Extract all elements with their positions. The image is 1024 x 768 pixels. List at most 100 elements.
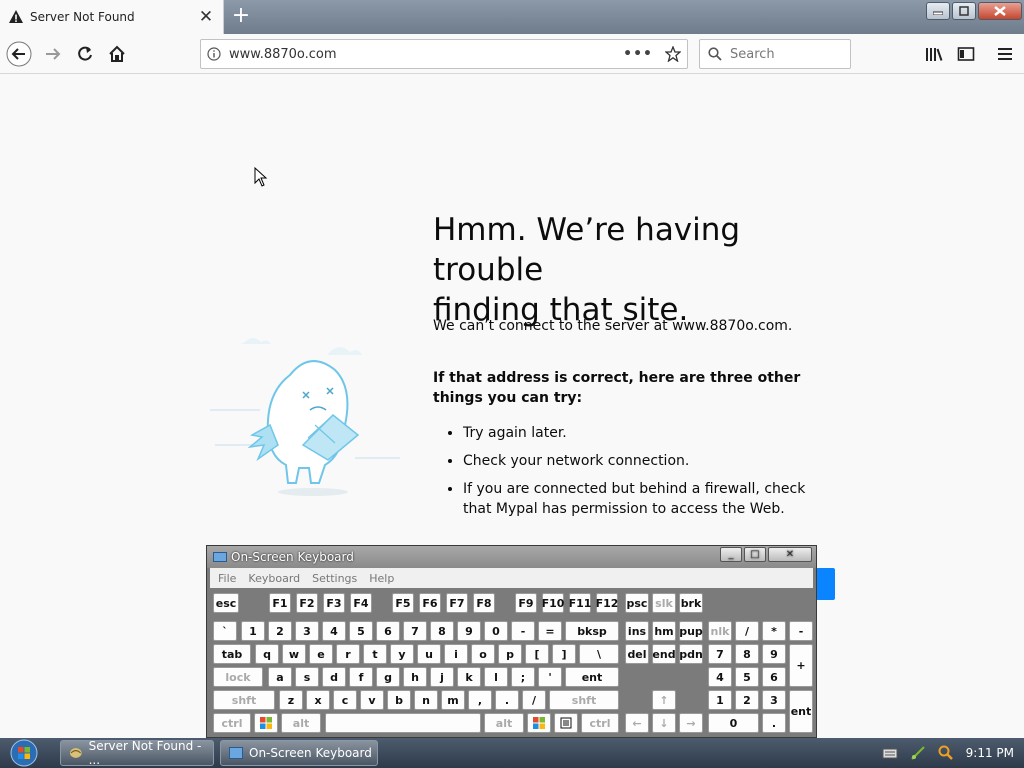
search-tray-icon[interactable] bbox=[938, 745, 954, 761]
key-minus[interactable]: - bbox=[511, 621, 535, 641]
key-v[interactable]: v bbox=[360, 690, 384, 710]
key-arrow-down[interactable]: ↓ bbox=[652, 713, 676, 733]
key-esc[interactable]: esc bbox=[213, 593, 239, 613]
tab-server-not-found[interactable]: Server Not Found ✕ bbox=[0, 0, 224, 34]
key-num-4[interactable]: 4 bbox=[708, 667, 732, 687]
key-home[interactable]: hm bbox=[652, 621, 676, 641]
osk-restore-button[interactable]: □ bbox=[744, 547, 766, 562]
key-r[interactable]: r bbox=[336, 644, 360, 664]
key-z[interactable]: z bbox=[279, 690, 303, 710]
home-button[interactable] bbox=[103, 40, 131, 68]
forward-button[interactable] bbox=[39, 40, 67, 68]
key-h[interactable]: h bbox=[403, 667, 427, 687]
key-arrow-left[interactable]: ← bbox=[625, 713, 649, 733]
menu-button[interactable] bbox=[991, 40, 1019, 68]
key-left-bracket[interactable]: [ bbox=[525, 644, 549, 664]
key-f2[interactable]: F2 bbox=[296, 593, 318, 613]
osk-close-button[interactable]: ✕ bbox=[768, 547, 812, 562]
key-g[interactable]: g bbox=[376, 667, 400, 687]
key-equals[interactable]: = bbox=[538, 621, 562, 641]
key-right-alt[interactable]: alt bbox=[484, 713, 524, 733]
key-u[interactable]: u bbox=[417, 644, 441, 664]
key-o[interactable]: o bbox=[471, 644, 495, 664]
key-num-plus[interactable]: + bbox=[789, 644, 813, 687]
key-right-windows[interactable] bbox=[527, 713, 551, 733]
key-b[interactable]: b bbox=[387, 690, 411, 710]
osk-titlebar[interactable]: On-Screen Keyboard _ □ ✕ bbox=[207, 546, 816, 568]
osk-menu-file[interactable]: File bbox=[218, 572, 236, 585]
key-left-alt[interactable]: alt bbox=[281, 713, 321, 733]
key-f7[interactable]: F7 bbox=[446, 593, 468, 613]
key-i[interactable]: i bbox=[444, 644, 468, 664]
new-tab-button[interactable]: + bbox=[228, 4, 254, 30]
key-m[interactable]: m bbox=[441, 690, 465, 710]
taskbar-clock[interactable]: 9:11 PM bbox=[966, 746, 1014, 760]
osk-minimize-button[interactable]: _ bbox=[720, 547, 742, 562]
key-e[interactable]: e bbox=[309, 644, 333, 664]
key-x[interactable]: x bbox=[306, 690, 330, 710]
key-ins[interactable]: ins bbox=[625, 621, 649, 641]
key-right-shift[interactable]: shft bbox=[549, 690, 619, 710]
osk-menu-settings[interactable]: Settings bbox=[312, 572, 357, 585]
tab-close-icon[interactable]: ✕ bbox=[197, 8, 215, 26]
key-del[interactable]: del bbox=[625, 644, 649, 664]
key-left-windows[interactable] bbox=[254, 713, 278, 733]
key-num-6[interactable]: 6 bbox=[762, 667, 786, 687]
key-9[interactable]: 9 bbox=[457, 621, 481, 641]
url-text[interactable]: www.8870o.com bbox=[229, 47, 623, 62]
info-icon[interactable] bbox=[207, 47, 221, 61]
key-8[interactable]: 8 bbox=[430, 621, 454, 641]
key-w[interactable]: w bbox=[282, 644, 306, 664]
search-box[interactable]: Search bbox=[699, 39, 851, 69]
taskbar-item-osk[interactable]: On-Screen Keyboard bbox=[220, 740, 378, 766]
key-j[interactable]: j bbox=[430, 667, 454, 687]
key-num-multiply[interactable]: * bbox=[762, 621, 786, 641]
key-num-enter[interactable]: ent bbox=[789, 690, 813, 733]
key-6[interactable]: 6 bbox=[376, 621, 400, 641]
page-actions-menu-icon[interactable]: ••• bbox=[623, 46, 653, 62]
key-s[interactable]: s bbox=[295, 667, 319, 687]
key-f1[interactable]: F1 bbox=[269, 593, 291, 613]
key-f12[interactable]: F12 bbox=[596, 593, 618, 613]
key-num-2[interactable]: 2 bbox=[735, 690, 759, 710]
key-tab[interactable]: tab bbox=[213, 644, 251, 664]
bookmark-star-icon[interactable] bbox=[665, 46, 681, 62]
key-backslash[interactable]: \ bbox=[579, 644, 619, 664]
key-5[interactable]: 5 bbox=[349, 621, 373, 641]
keyboard-tray-icon[interactable] bbox=[882, 747, 898, 759]
key-7[interactable]: 7 bbox=[403, 621, 427, 641]
try-again-button[interactable] bbox=[816, 568, 835, 600]
key-3[interactable]: 3 bbox=[295, 621, 319, 641]
key-2[interactable]: 2 bbox=[268, 621, 292, 641]
key-y[interactable]: y bbox=[390, 644, 414, 664]
key-f11[interactable]: F11 bbox=[569, 593, 591, 613]
key-arrow-up[interactable]: ↑ bbox=[652, 690, 676, 710]
restore-button[interactable] bbox=[952, 2, 976, 20]
key-numlock[interactable]: nlk bbox=[708, 621, 732, 641]
key-q[interactable]: q bbox=[255, 644, 279, 664]
key-num-3[interactable]: 3 bbox=[762, 690, 786, 710]
key-k[interactable]: k bbox=[457, 667, 481, 687]
back-button[interactable] bbox=[5, 40, 33, 68]
key-semicolon[interactable]: ; bbox=[511, 667, 535, 687]
key-f10[interactable]: F10 bbox=[542, 593, 564, 613]
key-comma[interactable]: , bbox=[468, 690, 492, 710]
key-f4[interactable]: F4 bbox=[350, 593, 372, 613]
key-space[interactable] bbox=[325, 713, 481, 733]
key-c[interactable]: c bbox=[333, 690, 357, 710]
key-f6[interactable]: F6 bbox=[419, 593, 441, 613]
network-icon[interactable] bbox=[910, 745, 926, 761]
key-num-8[interactable]: 8 bbox=[735, 644, 759, 664]
address-bar[interactable]: www.8870o.com ••• bbox=[200, 39, 688, 69]
sidebar-button[interactable] bbox=[952, 40, 980, 68]
key-slash[interactable]: / bbox=[522, 690, 546, 710]
minimize-button[interactable] bbox=[926, 2, 950, 20]
key-n[interactable]: n bbox=[414, 690, 438, 710]
key-a[interactable]: a bbox=[268, 667, 292, 687]
taskbar-item-browser[interactable]: Server Not Found - ... bbox=[60, 739, 214, 767]
key-f[interactable]: f bbox=[349, 667, 373, 687]
key-period[interactable]: . bbox=[495, 690, 519, 710]
key-num-divide[interactable]: / bbox=[735, 621, 759, 641]
key-4[interactable]: 4 bbox=[322, 621, 346, 641]
osk-menu-keyboard[interactable]: Keyboard bbox=[248, 572, 300, 585]
